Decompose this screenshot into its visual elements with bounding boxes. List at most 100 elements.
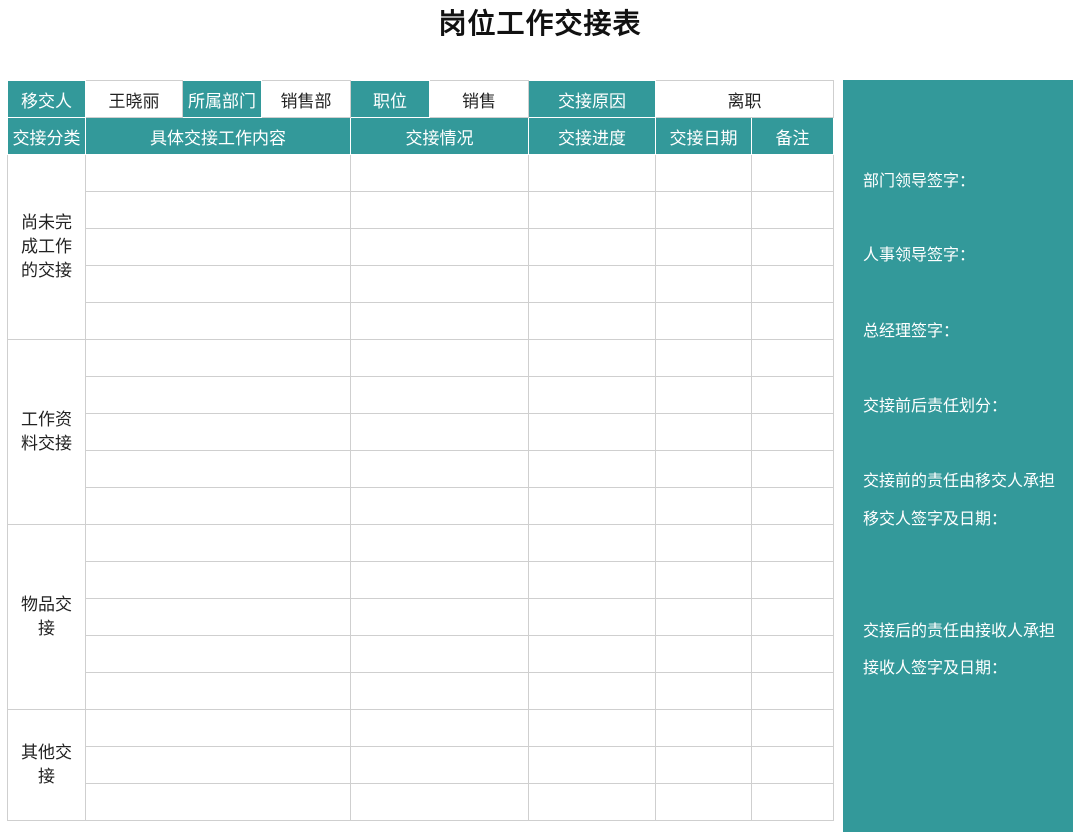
progress-cell[interactable] <box>528 709 656 747</box>
content-cell[interactable] <box>85 191 351 229</box>
date-cell[interactable] <box>655 413 752 451</box>
reason-cell[interactable]: 离职 <box>655 80 834 118</box>
table-row <box>8 746 834 784</box>
content-cell[interactable] <box>85 339 351 377</box>
remark-cell[interactable] <box>751 302 834 340</box>
table-row <box>8 228 834 266</box>
progress-cell[interactable] <box>528 376 656 414</box>
department-cell[interactable]: 销售部 <box>261 80 351 118</box>
remark-cell[interactable] <box>751 450 834 488</box>
status-cell[interactable] <box>350 561 529 599</box>
date-cell[interactable] <box>655 672 752 710</box>
status-cell[interactable] <box>350 672 529 710</box>
date-cell[interactable] <box>655 450 752 488</box>
date-cell[interactable] <box>655 154 752 192</box>
date-cell[interactable] <box>655 265 752 303</box>
status-cell[interactable] <box>350 598 529 636</box>
remark-cell[interactable] <box>751 783 834 821</box>
position-cell[interactable]: 销售 <box>429 80 529 118</box>
content-cell[interactable] <box>85 524 351 562</box>
content-cell[interactable] <box>85 598 351 636</box>
date-cell[interactable] <box>655 339 752 377</box>
progress-cell[interactable] <box>528 598 656 636</box>
remark-cell[interactable] <box>751 598 834 636</box>
status-cell[interactable] <box>350 376 529 414</box>
content-cell[interactable] <box>85 709 351 747</box>
date-cell[interactable] <box>655 709 752 747</box>
status-cell[interactable] <box>350 524 529 562</box>
table-row <box>8 265 834 303</box>
status-cell[interactable] <box>350 487 529 525</box>
progress-cell[interactable] <box>528 302 656 340</box>
progress-cell[interactable] <box>528 413 656 451</box>
status-cell[interactable] <box>350 154 529 192</box>
progress-cell[interactable] <box>528 561 656 599</box>
progress-cell[interactable] <box>528 746 656 784</box>
page-title: 岗位工作交接表 <box>438 7 642 40</box>
status-cell[interactable] <box>350 709 529 747</box>
category-label: 其他交接 <box>7 709 86 821</box>
table-row: 尚未完 成工作 的交接 <box>7 154 834 340</box>
date-cell[interactable] <box>655 783 752 821</box>
status-cell[interactable] <box>350 302 529 340</box>
remark-cell[interactable] <box>751 376 834 414</box>
date-cell[interactable] <box>655 191 752 229</box>
content-cell[interactable] <box>85 450 351 488</box>
content-cell[interactable] <box>85 783 351 821</box>
handover-person-cell[interactable]: 王晓丽 <box>85 80 183 118</box>
remark-cell[interactable] <box>751 709 834 747</box>
status-cell[interactable] <box>350 191 529 229</box>
content-cell[interactable] <box>85 265 351 303</box>
remark-cell[interactable] <box>751 635 834 673</box>
status-cell[interactable] <box>350 746 529 784</box>
status-cell[interactable] <box>350 450 529 488</box>
status-cell[interactable] <box>350 228 529 266</box>
remark-cell[interactable] <box>751 672 834 710</box>
remark-cell[interactable] <box>751 413 834 451</box>
remark-cell[interactable] <box>751 265 834 303</box>
content-cell[interactable] <box>85 561 351 599</box>
remark-cell[interactable] <box>751 561 834 599</box>
remark-cell[interactable] <box>751 191 834 229</box>
remark-cell[interactable] <box>751 228 834 266</box>
date-cell[interactable] <box>655 487 752 525</box>
content-cell[interactable] <box>85 376 351 414</box>
content-cell[interactable] <box>85 154 351 192</box>
status-cell[interactable] <box>350 783 529 821</box>
status-cell[interactable] <box>350 265 529 303</box>
content-cell[interactable] <box>85 746 351 784</box>
progress-cell[interactable] <box>528 635 656 673</box>
progress-cell[interactable] <box>528 524 656 562</box>
date-cell[interactable] <box>655 561 752 599</box>
date-cell[interactable] <box>655 635 752 673</box>
remark-cell[interactable] <box>751 154 834 192</box>
progress-cell[interactable] <box>528 450 656 488</box>
date-cell[interactable] <box>655 376 752 414</box>
remark-cell[interactable] <box>751 487 834 525</box>
content-cell[interactable] <box>85 672 351 710</box>
status-cell[interactable] <box>350 635 529 673</box>
remark-cell[interactable] <box>751 746 834 784</box>
date-cell[interactable] <box>655 598 752 636</box>
date-cell[interactable] <box>655 302 752 340</box>
progress-cell[interactable] <box>528 672 656 710</box>
content-cell[interactable] <box>85 302 351 340</box>
progress-cell[interactable] <box>528 228 656 266</box>
content-cell[interactable] <box>85 635 351 673</box>
content-cell[interactable] <box>85 487 351 525</box>
status-cell[interactable] <box>350 339 529 377</box>
progress-cell[interactable] <box>528 191 656 229</box>
remark-cell[interactable] <box>751 524 834 562</box>
status-cell[interactable] <box>350 413 529 451</box>
date-cell[interactable] <box>655 524 752 562</box>
remark-cell[interactable] <box>751 339 834 377</box>
date-cell[interactable] <box>655 746 752 784</box>
content-cell[interactable] <box>85 413 351 451</box>
progress-cell[interactable] <box>528 783 656 821</box>
progress-cell[interactable] <box>528 265 656 303</box>
progress-cell[interactable] <box>528 154 656 192</box>
date-cell[interactable] <box>655 228 752 266</box>
progress-cell[interactable] <box>528 487 656 525</box>
content-cell[interactable] <box>85 228 351 266</box>
progress-cell[interactable] <box>528 339 656 377</box>
